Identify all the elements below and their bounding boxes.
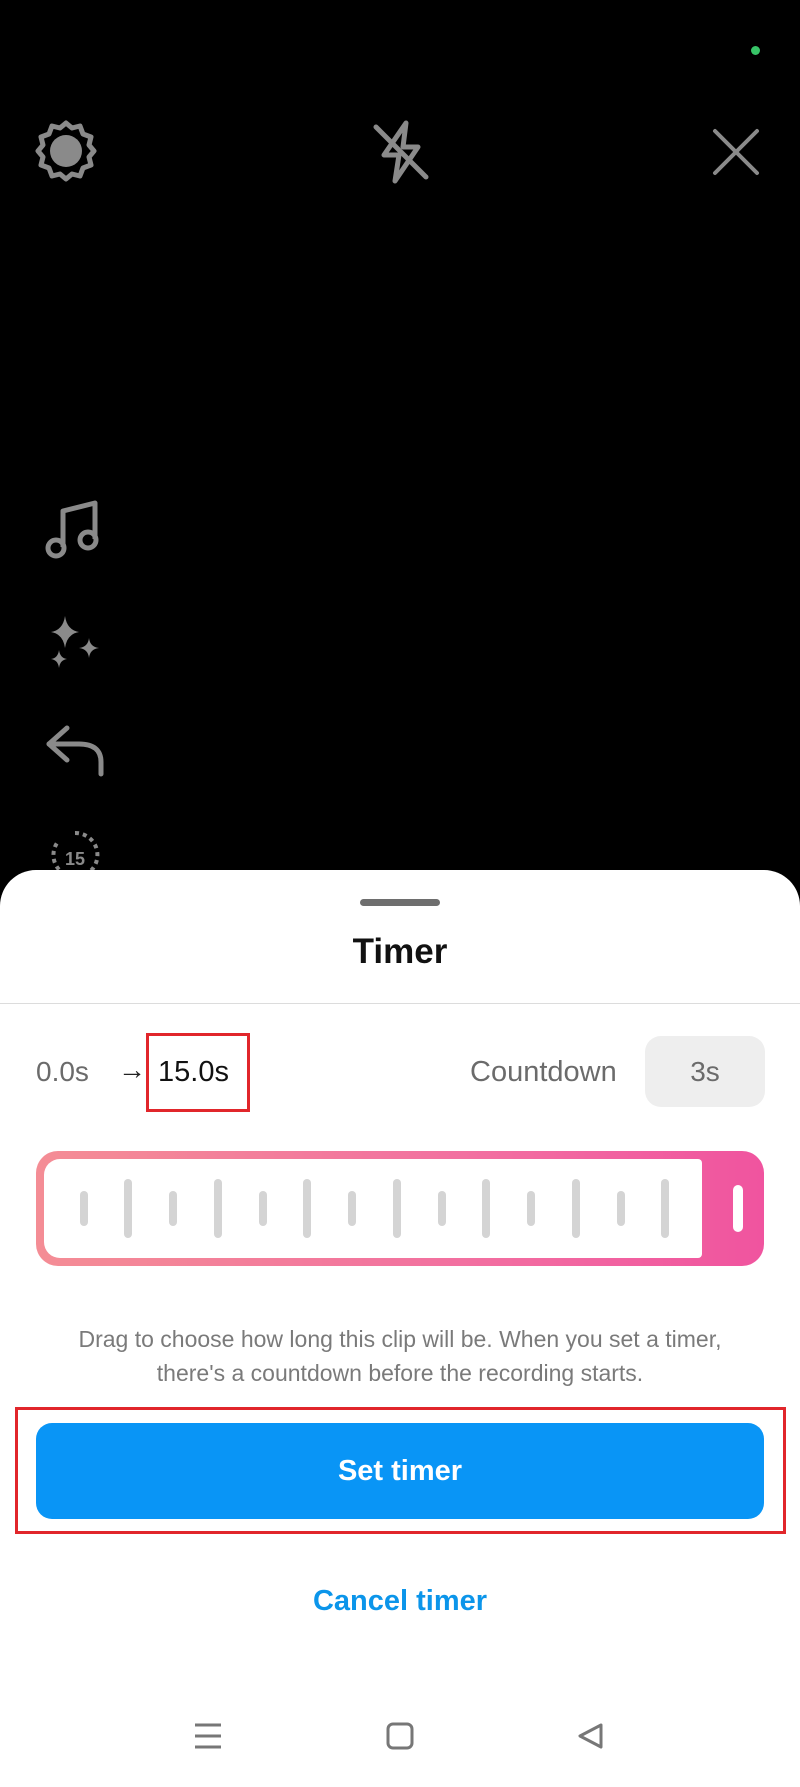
- slider-tick: [482, 1179, 490, 1238]
- slider-tick: [80, 1191, 88, 1226]
- sheet-title: Timer: [352, 932, 448, 971]
- slider-tick: [661, 1179, 669, 1238]
- back-button[interactable]: [550, 1696, 630, 1776]
- slider-tick: [259, 1191, 267, 1226]
- home-icon: [386, 1722, 414, 1750]
- arrow-right-icon: →: [118, 1054, 146, 1085]
- countdown-button[interactable]: 3s: [645, 1036, 765, 1107]
- timer-duration-slider[interactable]: [36, 1151, 764, 1266]
- slider-track: [44, 1159, 702, 1258]
- effects-button[interactable]: [40, 607, 110, 677]
- help-text: Drag to choose how long this clip will b…: [78, 1326, 722, 1386]
- slider-handle[interactable]: [733, 1185, 743, 1232]
- menu-icon: [195, 1723, 221, 1749]
- start-time-label: 0.0s: [36, 1056, 89, 1087]
- back-icon: [578, 1723, 603, 1749]
- slider-tick: [438, 1191, 446, 1226]
- system-navigation-bar: [0, 1696, 800, 1776]
- end-time-label: 15.0s: [158, 1056, 229, 1088]
- countdown-label: Countdown: [470, 1056, 617, 1088]
- settings-button[interactable]: [34, 119, 98, 183]
- flash-toggle-button[interactable]: [368, 119, 434, 185]
- divider: [0, 1003, 800, 1004]
- slider-tick: [572, 1179, 580, 1238]
- cancel-timer-button[interactable]: Cancel timer: [0, 1585, 800, 1618]
- close-icon: [713, 129, 759, 175]
- slider-tick: [527, 1191, 535, 1226]
- slider-tick: [393, 1179, 401, 1238]
- flash-off-icon: [373, 120, 429, 184]
- undo-button[interactable]: [40, 715, 110, 785]
- close-button[interactable]: [706, 122, 766, 182]
- camera-view: 15: [0, 0, 800, 880]
- status-indicator-dot: [751, 46, 760, 55]
- slider-tick: [214, 1179, 222, 1238]
- slider-tick: [617, 1191, 625, 1226]
- timer-badge: 15: [65, 849, 85, 869]
- slider-tick: [124, 1179, 132, 1238]
- set-timer-button[interactable]: Set timer: [36, 1423, 764, 1519]
- home-button[interactable]: [360, 1696, 440, 1776]
- slider-tick: [169, 1191, 177, 1226]
- music-button[interactable]: [40, 495, 110, 565]
- slider-tick: [348, 1191, 356, 1226]
- slider-tick: [303, 1179, 311, 1238]
- timer-bottom-sheet: Timer 0.0s → 15.0s Countdown 3s Drag to …: [0, 870, 800, 1787]
- music-icon: [45, 500, 99, 559]
- undo-icon: [46, 725, 104, 777]
- recent-apps-button[interactable]: [168, 1696, 248, 1776]
- sheet-grabber[interactable]: [360, 899, 440, 906]
- settings-icon: [35, 120, 97, 182]
- effects-icon: [51, 616, 99, 668]
